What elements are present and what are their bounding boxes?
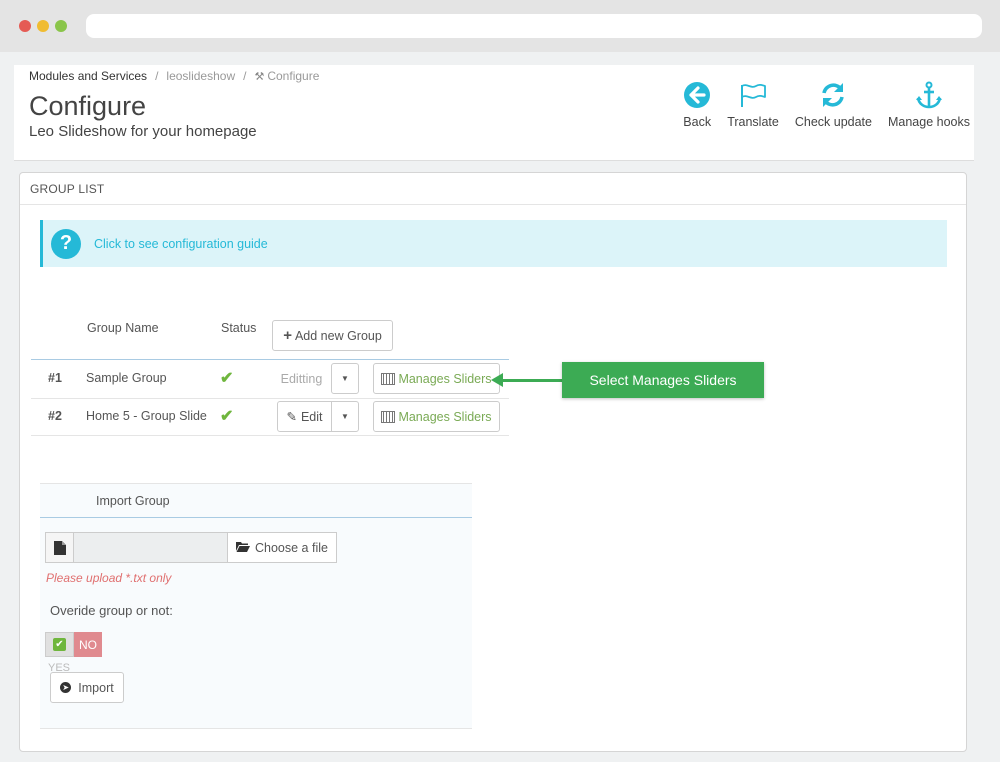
- translate-button[interactable]: Translate: [727, 81, 779, 129]
- row-2-name: Home 5 - Group Slide: [86, 409, 207, 423]
- row-2-id: #2: [48, 409, 62, 423]
- row-divider: [31, 435, 509, 436]
- film-icon: [381, 410, 396, 423]
- select-manages-sliders-callout: Select Manages Sliders: [562, 362, 764, 398]
- callout-arrow-head: [491, 373, 503, 387]
- close-window-dot[interactable]: [19, 20, 31, 32]
- pencil-icon: ✎: [286, 410, 297, 424]
- question-icon: ?: [51, 228, 81, 259]
- address-bar[interactable]: [86, 14, 982, 38]
- toggle-yes-option[interactable]: ✔: [45, 632, 74, 657]
- file-upload-group: Choose a file: [45, 532, 337, 563]
- group-list-panel: GROUP LIST ? Click to see configuration …: [19, 172, 967, 752]
- caret-down-icon: ▼: [341, 412, 349, 421]
- row-2-dropdown-toggle[interactable]: ▼: [331, 401, 359, 432]
- row-1-name: Sample Group: [86, 371, 167, 385]
- breadcrumb-module[interactable]: leoslideshow: [166, 69, 235, 83]
- file-name-input[interactable]: [74, 532, 227, 563]
- row-divider: [31, 398, 509, 399]
- row-2-edit-button[interactable]: ✎ Edit: [277, 401, 332, 432]
- choose-file-button[interactable]: Choose a file: [227, 532, 337, 563]
- column-group-name: Group Name: [87, 321, 159, 335]
- import-group-section: Import Group Choose a file Please upload…: [40, 483, 472, 729]
- upload-hint: Please upload *.txt only: [46, 571, 172, 585]
- refresh-icon: [822, 83, 845, 107]
- column-status: Status: [221, 321, 257, 335]
- row-1-dropdown-toggle[interactable]: ▼: [331, 363, 359, 394]
- browser-chrome: [0, 0, 1000, 52]
- configuration-guide-alert: ? Click to see configuration guide: [40, 220, 947, 267]
- breadcrumb-separator: /: [243, 69, 247, 83]
- callout-arrow-line: [500, 379, 562, 382]
- row-1-manages-sliders-button[interactable]: Manages Sliders: [373, 363, 500, 394]
- add-new-group-label: Add new Group: [294, 328, 382, 343]
- arrow-circle-right-icon: ➤: [60, 682, 72, 693]
- file-icon: [45, 532, 74, 563]
- row-1-manages-sliders-label: Manages Sliders: [398, 371, 492, 386]
- breadcrumb-separator: /: [155, 69, 159, 83]
- check-update-label: Check update: [794, 115, 872, 129]
- folder-open-icon: [236, 541, 250, 555]
- import-label: Import: [78, 680, 114, 695]
- page-title: Configure: [29, 91, 147, 121]
- row-1-status-check-icon[interactable]: ✔: [220, 368, 233, 388]
- override-toggle[interactable]: ✔ NO: [45, 632, 102, 657]
- row-2-edit-label: Edit: [300, 409, 323, 424]
- override-label: Overide group or not:: [50, 603, 173, 618]
- import-divider: [40, 517, 472, 518]
- caret-down-icon: ▼: [341, 374, 349, 383]
- page-subtitle: Leo Slideshow for your homepage: [29, 123, 257, 140]
- breadcrumb-modules[interactable]: Modules and Services: [29, 69, 147, 83]
- row-2-status-check-icon[interactable]: ✔: [220, 406, 233, 426]
- manage-hooks-label: Manage hooks: [887, 115, 970, 129]
- arrow-left-circle-icon: [684, 82, 711, 108]
- choose-file-label: Choose a file: [255, 540, 328, 555]
- import-group-title: Import Group: [96, 494, 170, 508]
- manage-hooks-button[interactable]: Manage hooks: [888, 81, 970, 129]
- page-header: Modules and Services / leoslideshow / ⚒ …: [14, 65, 974, 161]
- translate-label: Translate: [727, 115, 779, 129]
- plus-icon: +: [283, 327, 292, 344]
- anchor-icon: [915, 81, 942, 109]
- back-label: Back: [683, 115, 712, 129]
- configuration-guide-link[interactable]: Click to see configuration guide: [94, 237, 268, 251]
- add-new-group-button[interactable]: + Add new Group: [272, 320, 393, 351]
- import-button[interactable]: ➤ Import: [50, 672, 124, 703]
- toolbar: Back Translate Check update Manage hooks: [667, 81, 970, 129]
- wrench-icon: ⚒: [254, 70, 265, 83]
- breadcrumb: Modules and Services / leoslideshow / ⚒ …: [29, 69, 319, 83]
- toggle-no-option[interactable]: NO: [74, 632, 102, 657]
- minimize-window-dot[interactable]: [37, 20, 49, 32]
- row-1-editing-label: Editting: [280, 371, 323, 386]
- check-icon: ✔: [53, 638, 66, 651]
- row-2-manages-sliders-button[interactable]: Manages Sliders: [373, 401, 500, 432]
- flag-icon: [741, 83, 766, 107]
- check-update-button[interactable]: Check update: [795, 81, 872, 129]
- maximize-window-dot[interactable]: [55, 20, 67, 32]
- row-1-editing-button: Editting: [272, 363, 331, 394]
- row-2-manages-sliders-label: Manages Sliders: [398, 409, 492, 424]
- breadcrumb-current: Configure: [267, 69, 320, 83]
- back-button[interactable]: Back: [683, 81, 711, 129]
- panel-heading: GROUP LIST: [20, 173, 966, 205]
- film-icon: [381, 372, 396, 385]
- page-viewport: Modules and Services / leoslideshow / ⚒ …: [0, 52, 1000, 762]
- table-header-divider: [31, 359, 509, 360]
- row-1-id: #1: [48, 371, 62, 385]
